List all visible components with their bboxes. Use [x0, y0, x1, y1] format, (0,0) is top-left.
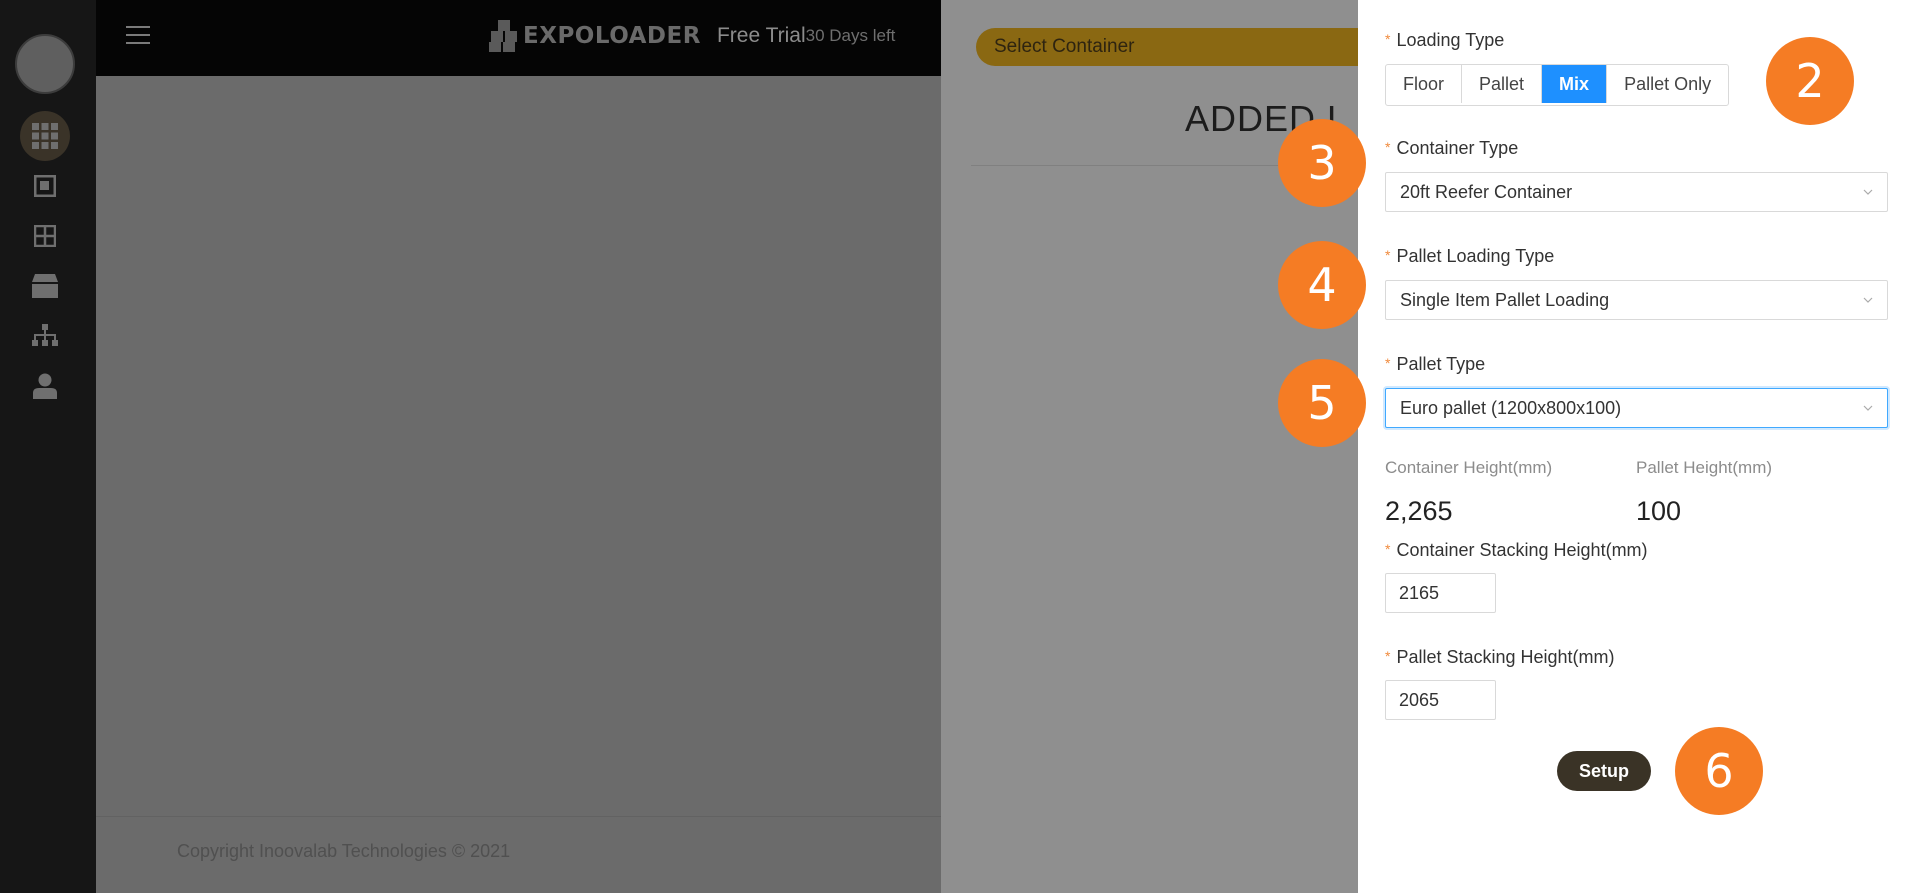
- required-mark: *: [1385, 31, 1391, 47]
- step-marker: 2: [1766, 37, 1854, 125]
- loading-type-floor[interactable]: Floor: [1386, 65, 1463, 103]
- container-type-label: * Container Type: [1385, 138, 1518, 159]
- chevron-down-icon: [1863, 297, 1873, 303]
- required-mark: *: [1385, 139, 1391, 155]
- footer-text: Copyright Inoovalab Technologies © 2021: [177, 841, 511, 861]
- days-left: 30 Days left: [805, 26, 896, 45]
- user-icon[interactable]: [20, 361, 70, 411]
- layout-icon[interactable]: [20, 211, 70, 261]
- sitemap-icon[interactable]: [20, 311, 70, 361]
- pallet-stacking-label: * Pallet Stacking Height(mm): [1385, 647, 1615, 668]
- container-type-select[interactable]: 20ft Reefer Container: [1385, 172, 1888, 212]
- square-icon[interactable]: [20, 161, 70, 211]
- step-marker: 5: [1278, 359, 1366, 447]
- container-stacking-label: * Container Stacking Height(mm): [1385, 540, 1648, 561]
- footer-divider: [96, 816, 941, 817]
- required-mark: *: [1385, 355, 1391, 371]
- box-icon[interactable]: [20, 261, 70, 311]
- loading-type-label-text: Loading Type: [1396, 30, 1505, 50]
- container-type-label-text: Container Type: [1396, 138, 1519, 158]
- chevron-down-icon: [1863, 405, 1873, 411]
- trial-label: Free Trial: [716, 24, 806, 47]
- required-mark: *: [1385, 648, 1391, 664]
- step-marker: 6: [1675, 727, 1763, 815]
- main-content-overlay: [96, 76, 941, 893]
- pallet-type-value: Euro pallet (1200x800x100): [1400, 398, 1622, 418]
- brand-name: EXPOLOADER: [523, 23, 701, 49]
- container-stacking-input[interactable]: 2165: [1385, 573, 1496, 613]
- loading-type-pallet[interactable]: Pallet: [1462, 65, 1543, 103]
- setup-button[interactable]: Setup: [1557, 751, 1651, 791]
- pallet-type-label-text: Pallet Type: [1396, 354, 1486, 374]
- container-type-value: 20ft Reefer Container: [1400, 182, 1573, 202]
- grid-icon[interactable]: [20, 111, 70, 161]
- pallet-stacking-label-text: Pallet Stacking Height(mm): [1396, 647, 1615, 667]
- loading-type-label: * Loading Type: [1385, 30, 1504, 51]
- brand: EXPOLOADER Free Trial 30 Days left: [489, 20, 895, 52]
- top-bar: EXPOLOADER Free Trial 30 Days left: [96, 0, 941, 76]
- container-stacking-label-text: Container Stacking Height(mm): [1396, 540, 1648, 560]
- step-marker: 3: [1278, 119, 1366, 207]
- loading-type-pallet-only[interactable]: Pallet Only: [1607, 65, 1728, 103]
- avatar[interactable]: [15, 34, 75, 94]
- pallet-loading-type-value: Single Item Pallet Loading: [1400, 290, 1610, 310]
- menu-icon[interactable]: [126, 26, 150, 46]
- step-marker: 4: [1278, 241, 1366, 329]
- chevron-down-icon: [1863, 189, 1873, 195]
- sidebar-rail: [0, 0, 96, 893]
- required-mark: *: [1385, 541, 1391, 557]
- required-mark: *: [1385, 247, 1391, 263]
- pallet-type-select[interactable]: Euro pallet (1200x800x100): [1385, 388, 1888, 428]
- pallet-loading-type-label-text: Pallet Loading Type: [1396, 246, 1555, 266]
- pallet-height-label: Pallet Height(mm): [1636, 458, 1773, 477]
- pallet-loading-type-label: * Pallet Loading Type: [1385, 246, 1554, 267]
- loading-type-segmented: Floor Pallet Mix Pallet Only: [1385, 64, 1730, 106]
- container-height-label: Container Height(mm): [1385, 458, 1553, 477]
- logo-icon: [489, 20, 517, 52]
- pallet-stacking-input[interactable]: 2065: [1385, 680, 1496, 720]
- container-height-value: 2,265: [1385, 496, 1453, 526]
- select-container-bar[interactable]: Select Container: [976, 28, 1396, 66]
- pallet-type-label: * Pallet Type: [1385, 354, 1485, 375]
- loading-type-mix[interactable]: Mix: [1542, 65, 1608, 103]
- pallet-height-value: 100: [1636, 496, 1682, 526]
- pallet-loading-type-select[interactable]: Single Item Pallet Loading: [1385, 280, 1888, 320]
